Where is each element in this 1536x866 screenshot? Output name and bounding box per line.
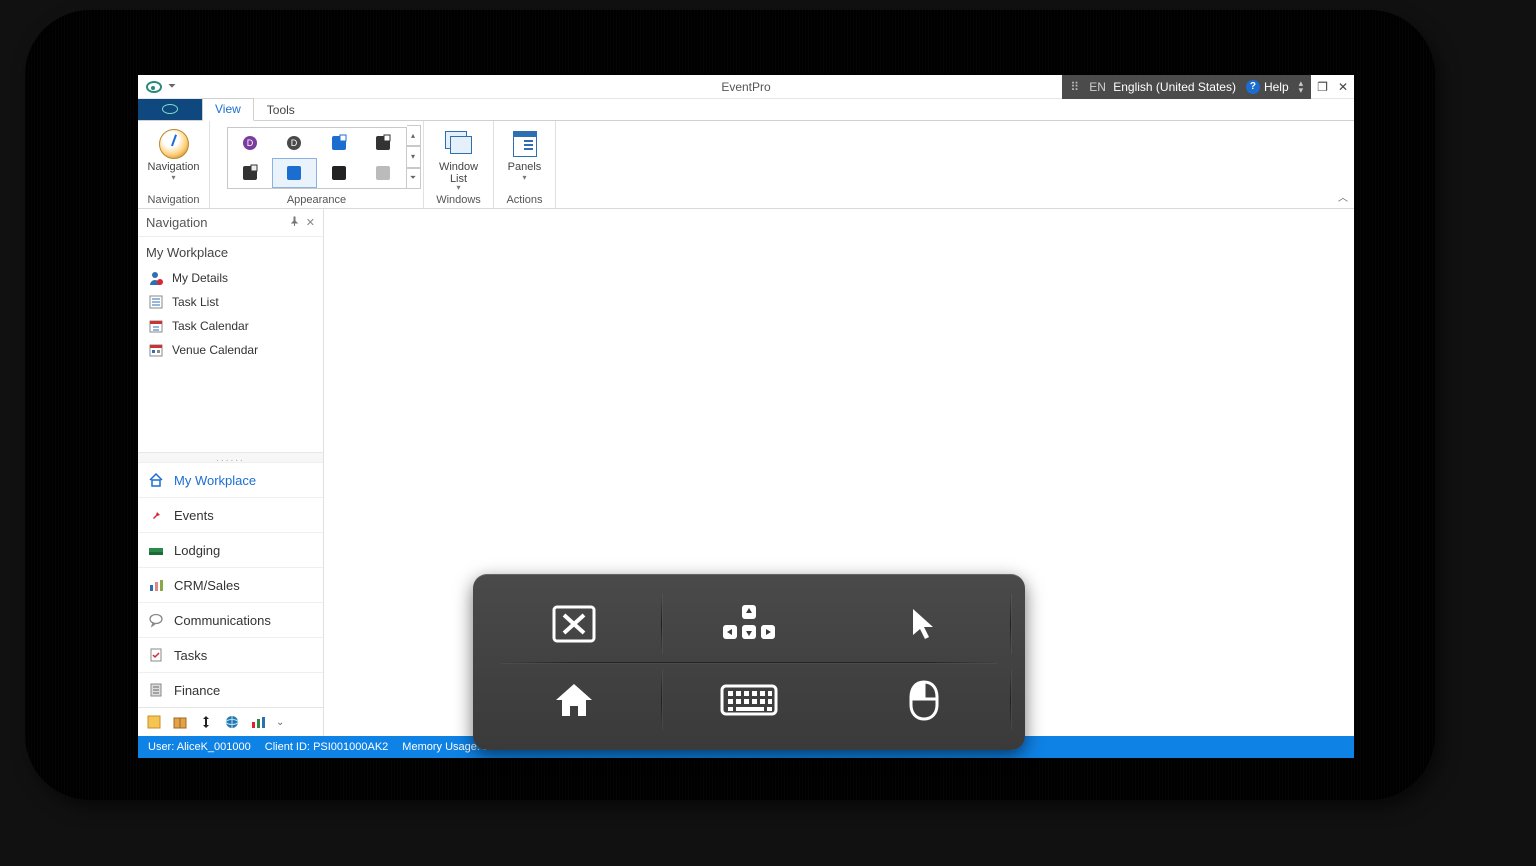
dpad-icon	[719, 603, 779, 645]
nav-pane-header: Navigation ✕	[138, 209, 323, 237]
cat-events[interactable]: Events	[138, 497, 323, 532]
keyboard-icon	[719, 680, 779, 720]
cat-crm-sales[interactable]: CRM/Sales	[138, 567, 323, 602]
file-tab-logo-icon	[162, 104, 178, 114]
nav-item-task-list[interactable]: Task List	[138, 290, 323, 314]
rc-close-button[interactable]	[487, 586, 662, 662]
skin-option-icon[interactable]	[374, 134, 392, 152]
group-label-navigation: Navigation	[148, 192, 200, 208]
rc-keyboard-button[interactable]	[662, 662, 837, 738]
home-icon	[552, 680, 596, 720]
navigation-button[interactable]: Navigation ▾	[148, 125, 200, 182]
close-window-button[interactable]: ✕	[1338, 80, 1348, 94]
panel-icon	[513, 131, 537, 157]
tab-tools[interactable]: Tools	[254, 99, 308, 121]
window-list-button[interactable]: Window List ▾	[439, 125, 478, 192]
status-user: AliceK_001000	[177, 741, 251, 753]
appearance-gallery[interactable]: D D	[227, 127, 407, 189]
close-icon[interactable]: ✕	[306, 216, 315, 229]
rc-dpad-button[interactable]	[662, 586, 837, 662]
svg-text:D: D	[247, 138, 254, 148]
bars-icon[interactable]	[250, 714, 266, 730]
home-icon	[148, 472, 164, 488]
person-icon	[148, 270, 164, 286]
help-dropdown-icon[interactable]: ▴▾	[1299, 80, 1304, 94]
help-button[interactable]: ? Help	[1246, 80, 1289, 94]
cat-finance[interactable]: Finance	[138, 672, 323, 707]
chevron-down-icon: ▾	[522, 173, 526, 182]
boxed-x-icon	[550, 603, 598, 645]
nav-footer-more-button[interactable]: ⌄	[276, 717, 284, 728]
cat-communications[interactable]: Communications	[138, 602, 323, 637]
ribbon-tabstrip: View Tools	[138, 99, 1354, 121]
cat-lodging[interactable]: Lodging	[138, 532, 323, 567]
windows-stack-icon	[445, 131, 473, 157]
language-code[interactable]: EN	[1089, 80, 1106, 94]
bed-icon	[148, 542, 164, 558]
nav-item-my-details[interactable]: My Details	[138, 266, 323, 290]
tab-view[interactable]: View	[202, 98, 254, 121]
rc-cursor-button[interactable]	[836, 586, 1011, 662]
gallery-more-button[interactable]: ⏷	[407, 168, 421, 189]
nav-category-list: My Workplace Events Lodging	[138, 462, 323, 707]
chevron-down-icon: ▾	[456, 183, 460, 192]
ribbon-collapse-button[interactable]: ︿	[1338, 189, 1348, 204]
skin-option-icon[interactable]	[241, 164, 259, 182]
navigation-pane: Navigation ✕ My Workplace My Details	[138, 209, 324, 736]
list-icon	[148, 294, 164, 310]
compass-icon	[159, 129, 189, 159]
ledger-icon	[148, 682, 164, 698]
group-label-actions: Actions	[506, 192, 542, 208]
speech-bubble-icon	[148, 612, 164, 628]
package-icon[interactable]	[172, 714, 188, 730]
skin-option-icon[interactable]: D	[285, 134, 303, 152]
keyboard-grip-icon[interactable]: ⠿	[1070, 80, 1079, 94]
cat-tasks[interactable]: Tasks	[138, 637, 323, 672]
calendar-icon	[148, 318, 164, 334]
language-help-bar: ⠿ EN English (United States) ? Help ▴▾	[1062, 75, 1311, 99]
skin-option-icon[interactable]: D	[241, 134, 259, 152]
mouse-icon	[907, 679, 941, 721]
chart-icon	[148, 577, 164, 593]
help-icon: ?	[1246, 80, 1260, 94]
window-title: EventPro	[721, 80, 770, 94]
globe-icon[interactable]	[224, 714, 240, 730]
sync-icon[interactable]	[198, 714, 214, 730]
nav-item-task-calendar[interactable]: Task Calendar	[138, 314, 323, 338]
language-name[interactable]: English (United States)	[1113, 80, 1236, 94]
rc-mouse-button[interactable]	[836, 662, 1011, 738]
clipboard-check-icon	[148, 647, 164, 663]
status-client: PSI001000AK2	[313, 741, 388, 753]
panels-button[interactable]: Panels ▾	[508, 125, 542, 182]
gallery-scroll-down-button[interactable]: ▾	[407, 146, 421, 167]
chevron-down-icon: ▾	[172, 173, 176, 182]
gallery-scroll-up-button[interactable]: ▴	[407, 125, 421, 146]
remote-control-toolbar	[473, 574, 1025, 750]
note-icon[interactable]	[146, 714, 162, 730]
rc-home-button[interactable]	[487, 662, 662, 738]
skin-option-icon[interactable]	[330, 134, 348, 152]
nav-section-title: My Workplace	[138, 237, 323, 266]
svg-text:D: D	[291, 138, 298, 148]
calendar-icon	[148, 342, 164, 358]
restore-window-button[interactable]: ❐	[1317, 80, 1328, 94]
app-logo-icon	[146, 81, 162, 93]
cursor-icon	[909, 607, 939, 641]
skin-option-icon[interactable]	[285, 164, 303, 182]
qat-dropdown-icon[interactable]: ⏷	[168, 81, 176, 92]
nav-item-venue-calendar[interactable]: Venue Calendar	[138, 338, 323, 362]
skin-option-icon[interactable]	[330, 164, 348, 182]
cat-my-workplace[interactable]: My Workplace	[138, 462, 323, 497]
file-tab[interactable]	[138, 98, 202, 120]
titlebar: ⏷ EventPro ⠿ EN English (United States) …	[138, 75, 1354, 99]
group-label-appearance: Appearance	[287, 192, 346, 208]
pin-icon	[148, 507, 164, 523]
nav-splitter[interactable]: ......	[138, 452, 323, 462]
nav-footer: ⌄	[138, 707, 323, 736]
skin-option-icon[interactable]	[374, 164, 392, 182]
pin-icon[interactable]	[289, 216, 300, 229]
group-label-windows: Windows	[436, 192, 481, 208]
ribbon: Navigation ▾ Navigation D D	[138, 121, 1354, 209]
